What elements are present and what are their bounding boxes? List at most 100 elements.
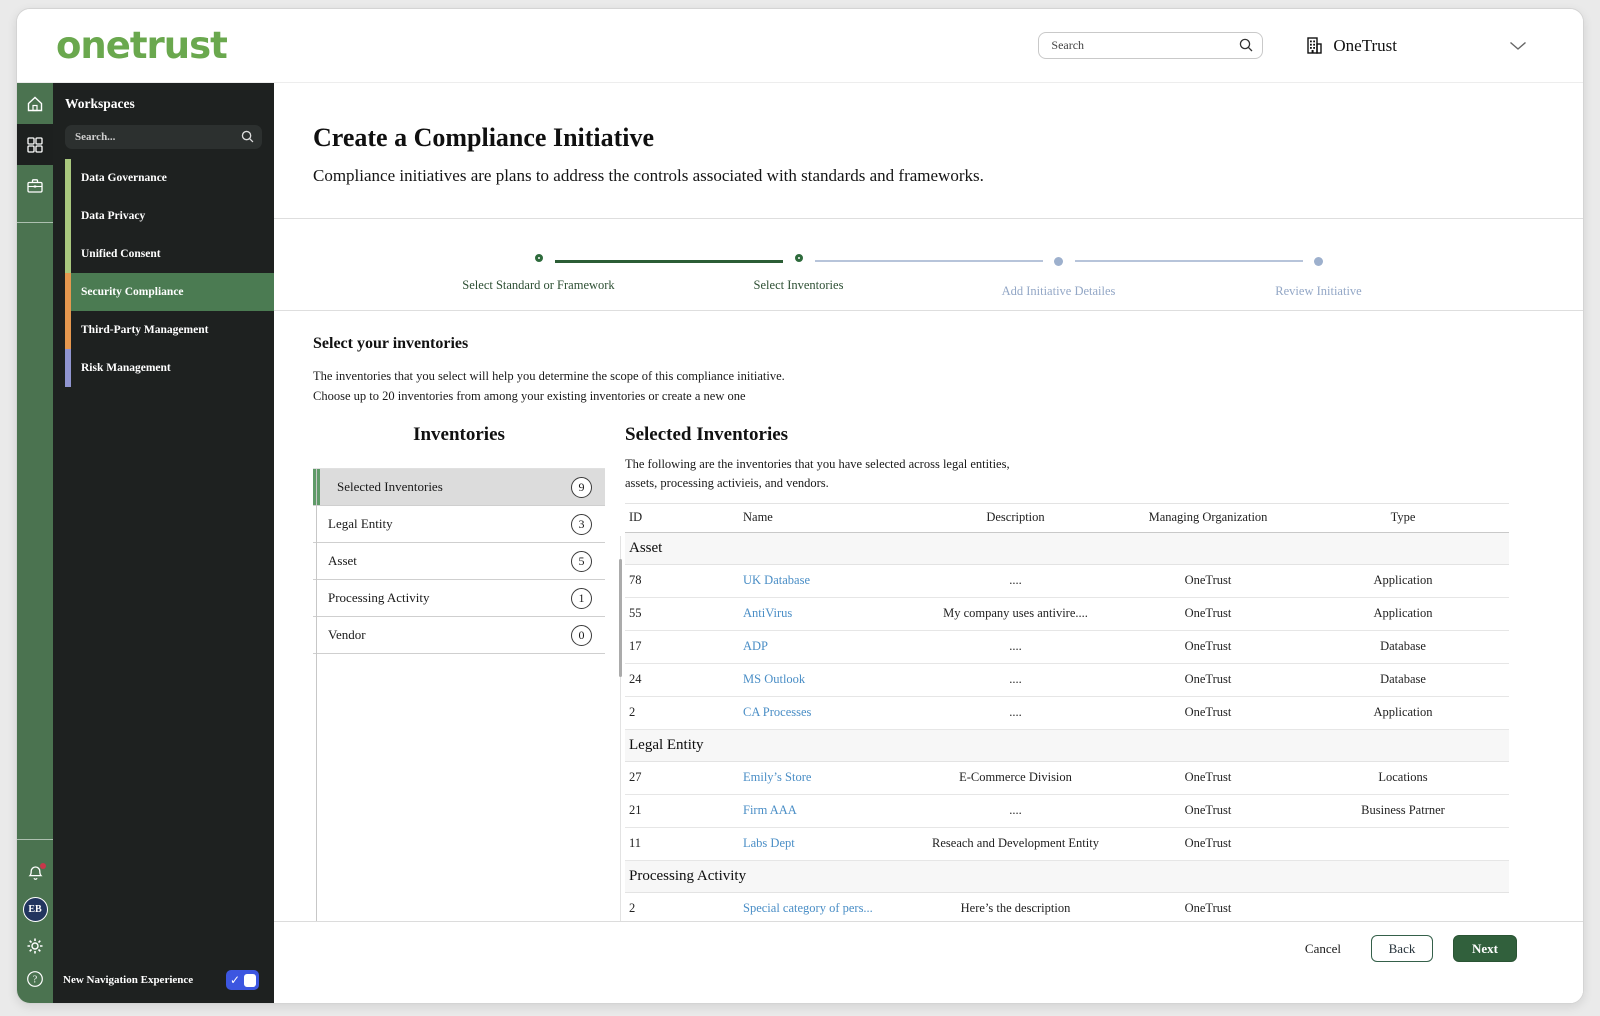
stepper-connector <box>1074 260 1303 262</box>
count-badge: 5 <box>571 550 592 572</box>
table-group-header-asset: Asset <box>625 532 1509 565</box>
notifications-button[interactable] <box>27 863 46 882</box>
table-header-row: ID Name Description Managing Organizatio… <box>625 502 1509 533</box>
workspace-item-label: Data Privacy <box>81 210 146 222</box>
stepper-step-add-initiative-detailes[interactable]: Add Initiative Detailes <box>814 254 1189 310</box>
selected-inventories-table: ID Name Description Managing Organizatio… <box>625 502 1509 921</box>
cell-description: E-Commerce Division <box>959 770 1072 785</box>
stepper-step-review-initiative[interactable]: Review Initiative <box>1074 254 1449 310</box>
building-icon <box>1305 36 1324 55</box>
global-search <box>1038 32 1264 59</box>
content-area: Select your inventories The inventories … <box>274 311 1583 921</box>
stepper-step-select-inventories[interactable]: Select Inventories <box>554 254 929 310</box>
cell-type: Database <box>1380 639 1426 654</box>
cell-name-link[interactable]: CA Processes <box>743 705 928 720</box>
cell-name-link[interactable]: MS Outlook <box>743 672 928 687</box>
cell-type: Application <box>1373 606 1433 621</box>
cancel-button[interactable]: Cancel <box>1305 935 1341 962</box>
cell-type: Locations <box>1378 770 1428 785</box>
column-header-description: Description <box>986 510 1045 525</box>
new-nav-toggle[interactable]: ✓ <box>226 970 259 990</box>
inventory-category-label: Processing Activity <box>328 590 430 605</box>
workspace-item-label: Risk Management <box>81 362 171 374</box>
workspace-item-third-party-management[interactable]: Third-Party Management <box>65 311 274 349</box>
notification-dot <box>39 863 46 869</box>
cell-name-link[interactable]: ADP <box>743 639 928 654</box>
top-bar: onetrust OneTrust <box>17 9 1583 83</box>
cell-name-link[interactable]: Emily’s Store <box>743 770 928 785</box>
cell-id: 78 <box>629 573 642 588</box>
count-badge: 0 <box>571 624 592 646</box>
table-scrollbar-thumb[interactable] <box>619 559 622 677</box>
workspace-item-unified-consent[interactable]: Unified Consent <box>65 235 274 273</box>
cell-name-link[interactable]: Firm AAA <box>743 803 928 818</box>
workspace-item-label: Third-Party Management <box>81 324 209 336</box>
chevron-down-icon[interactable] <box>1509 41 1527 51</box>
stepper: Select Standard or Framework Select Inve… <box>274 219 1583 311</box>
column-header-managing-organization: Managing Organization <box>1148 510 1268 525</box>
global-search-input[interactable] <box>1038 32 1264 59</box>
selected-inventories-title: Selected Inventories <box>625 424 789 445</box>
toggle-knob <box>244 973 256 987</box>
cell-description: .... <box>1009 672 1022 687</box>
rail-bottom: EB ? <box>17 839 53 1003</box>
briefcase-button[interactable] <box>17 165 53 206</box>
cell-id: 55 <box>629 606 642 621</box>
workspace-item-data-privacy[interactable]: Data Privacy <box>65 197 274 235</box>
cell-managing-organization: OneTrust <box>1184 639 1232 654</box>
main-content: Create a Compliance Initiative Complianc… <box>274 83 1583 1003</box>
table-group-label: Legal Entity <box>629 736 704 753</box>
stepper-step-label: Review Initiative <box>1275 284 1362 298</box>
section-description: The inventories that you select will hel… <box>313 369 785 403</box>
home-button[interactable] <box>17 83 53 124</box>
inventory-category-legal-entity[interactable]: Legal Entity 3 <box>313 506 605 543</box>
cell-managing-organization: OneTrust <box>1184 803 1232 818</box>
workspace-color-strip <box>65 197 71 235</box>
table-row: 11 Labs Dept Reseach and Development Ent… <box>625 828 1509 861</box>
apps-grid-icon <box>26 136 44 154</box>
cell-id: 2 <box>629 901 636 916</box>
cell-id: 11 <box>629 836 642 851</box>
next-button[interactable]: Next <box>1453 935 1517 962</box>
rail-divider <box>17 839 53 840</box>
column-header-name: Name <box>743 510 773 525</box>
wizard-footer: Cancel Back Next <box>274 921 1583 1003</box>
cell-name-link[interactable]: Special category of pers... <box>743 901 928 916</box>
workspace-item-security-compliance[interactable]: Security Compliance <box>65 273 274 311</box>
inventory-category-processing-activity[interactable]: Processing Activity 1 <box>313 580 605 617</box>
selected-inventories-panel: Selected Inventories The following are t… <box>625 424 1509 921</box>
cell-managing-organization: OneTrust <box>1184 770 1232 785</box>
back-button[interactable]: Back <box>1371 935 1433 962</box>
count-badge: 3 <box>571 513 592 535</box>
cell-name-link[interactable]: AntiVirus <box>743 606 928 621</box>
list-scrollbar-track[interactable] <box>316 469 317 921</box>
settings-button[interactable] <box>26 937 44 955</box>
table-row: 27 Emily’s Store E-Commerce Division One… <box>625 762 1509 795</box>
avatar[interactable]: EB <box>22 897 48 922</box>
apps-button[interactable] <box>17 124 53 165</box>
table-group-label: Asset <box>629 539 663 556</box>
table-row: 2 Special category of pers... Here’s the… <box>625 893 1509 921</box>
workspace-item-risk-management[interactable]: Risk Management <box>65 349 274 387</box>
inventory-category-asset[interactable]: Asset 5 <box>313 543 605 580</box>
table-row: 21 Firm AAA .... OneTrust Business Patrn… <box>625 795 1509 828</box>
svg-text:?: ? <box>33 975 38 986</box>
tenant-selector[interactable]: OneTrust <box>1305 36 1397 56</box>
stepper-step-label: Select Standard or Framework <box>462 278 615 292</box>
onetrust-logo[interactable]: onetrust <box>56 27 228 64</box>
workspace-color-strip <box>65 311 71 349</box>
inventory-category-vendor[interactable]: Vendor 0 <box>313 617 605 654</box>
cell-description: .... <box>1009 803 1022 818</box>
cell-id: 17 <box>629 639 642 654</box>
table-row: 78 UK Database .... OneTrust Application <box>625 565 1509 598</box>
workspaces-search-input[interactable] <box>65 125 262 149</box>
cell-name-link[interactable]: Labs Dept <box>743 836 928 851</box>
cell-name-link[interactable]: UK Database <box>743 573 928 588</box>
stepper-dot <box>1314 256 1323 266</box>
workspaces-search <box>65 125 262 149</box>
inventory-category-selected-inventories[interactable]: Selected Inventories 9 <box>313 469 605 506</box>
cell-managing-organization: OneTrust <box>1184 705 1232 720</box>
workspace-item-data-governance[interactable]: Data Governance <box>65 159 274 197</box>
cell-description: My company uses antivire.... <box>943 606 1088 621</box>
help-button[interactable]: ? <box>26 970 44 988</box>
